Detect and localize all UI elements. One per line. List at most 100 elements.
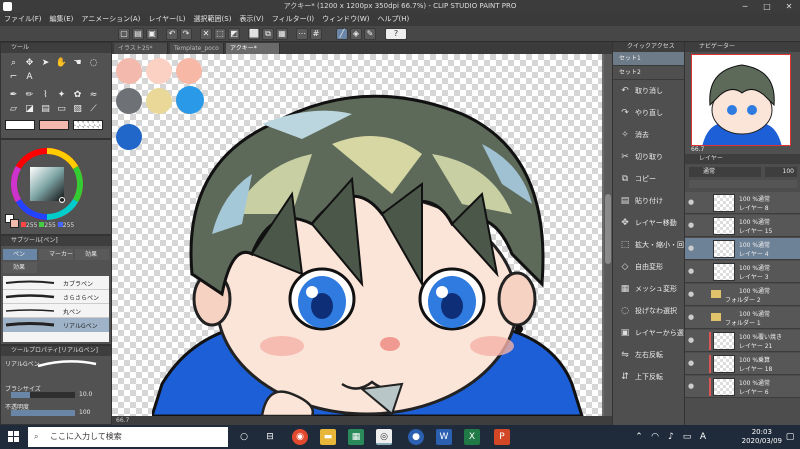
qa-layer-selection[interactable]: ▣レイヤーから選択範囲を作成	[613, 322, 684, 344]
close-button[interactable]: ✕	[778, 0, 800, 13]
canvas-vertical-scrollbar[interactable]	[604, 54, 612, 416]
snap-special-icon[interactable]: ╱	[336, 28, 348, 40]
task-view-icon[interactable]: ⊟	[262, 429, 278, 445]
invert-selection-icon[interactable]: ⧉	[262, 28, 274, 40]
frame-icon[interactable]: ▧	[71, 103, 84, 115]
scrollbar-thumb[interactable]	[605, 194, 611, 264]
save-icon[interactable]: ▣	[146, 28, 158, 40]
brush-size-slider[interactable]	[11, 392, 75, 398]
gradient-icon[interactable]: ▤	[39, 103, 52, 115]
subtool-tab-marker[interactable]: マーカー	[39, 249, 73, 260]
layer-row[interactable]: ● 100 %覆い焼き レイヤー 21	[685, 330, 800, 352]
brush-icon[interactable]: ⌇	[39, 89, 52, 101]
qa-mesh[interactable]: ▦ メッシュ変形	[613, 278, 684, 300]
palette-swatch[interactable]	[116, 88, 142, 114]
opacity-slider[interactable]	[11, 410, 75, 416]
pencil-icon[interactable]: ✏	[23, 89, 36, 101]
visibility-eye-icon[interactable]: ●	[688, 359, 697, 367]
eraser-icon[interactable]: ▱	[7, 103, 20, 115]
operation-icon[interactable]: ➤	[39, 57, 52, 69]
explorer-icon[interactable]: ▬	[320, 429, 336, 445]
menu-selection[interactable]: 選択範囲(S)	[190, 13, 236, 26]
figure-icon[interactable]: ▭	[55, 103, 68, 115]
minimize-button[interactable]: ─	[734, 0, 756, 13]
quick-access-set-2[interactable]: セット2	[613, 66, 684, 80]
menu-help[interactable]: ヘルプ(H)	[373, 13, 413, 26]
navigator-preview[interactable]	[691, 54, 791, 146]
paint-icon[interactable]: ●	[408, 429, 424, 445]
new-file-icon[interactable]: ▢	[118, 28, 130, 40]
chrome-icon[interactable]: ◉	[292, 429, 308, 445]
visibility-eye-icon[interactable]: ●	[688, 290, 697, 298]
layer-row[interactable]: ● 100 %乗算 レイヤー 18	[685, 353, 800, 375]
notification-icon[interactable]: ▢	[784, 429, 796, 445]
current-color-sub[interactable]	[10, 219, 19, 228]
menu-view[interactable]: 表示(V)	[235, 13, 267, 26]
qa-undo[interactable]: ↶ 取り消し	[613, 80, 684, 102]
brush-item-selected[interactable]: リアルGペン	[3, 318, 109, 332]
layer-row[interactable]: ● 100 %通常 レイヤー 15	[685, 215, 800, 237]
qa-paste[interactable]: ▤ 貼り付け	[613, 190, 684, 212]
windows-start-button[interactable]	[0, 425, 28, 449]
menu-edit[interactable]: 編集(E)	[46, 13, 78, 26]
qa-erase[interactable]: ✧ 消去	[613, 124, 684, 146]
opacity-value[interactable]: 100	[79, 409, 90, 416]
visibility-eye-icon[interactable]: ●	[688, 382, 697, 390]
main-color-swatch[interactable]	[5, 120, 35, 130]
transparent-color-swatch[interactable]	[73, 120, 103, 130]
taskbar-search-box[interactable]: ⌕ ここに入力して検索	[28, 427, 228, 447]
visibility-eye-icon[interactable]: ●	[688, 336, 697, 344]
clear-icon[interactable]: ✕	[200, 28, 212, 40]
palette-swatch[interactable]	[116, 124, 142, 150]
cortana-icon[interactable]: ○	[236, 429, 252, 445]
help-icon[interactable]: ?	[385, 28, 407, 40]
subtool-tab-extra[interactable]: 効果	[3, 262, 37, 273]
zoom-readout[interactable]: 66.7	[116, 417, 129, 424]
layer-row-selected[interactable]: ● 100 %通常 レイヤー 4	[685, 238, 800, 260]
maximize-button[interactable]: □	[756, 0, 778, 13]
layer-opacity-field[interactable]: 100	[765, 167, 797, 177]
tray-people-icon[interactable]: ⌃	[634, 429, 644, 445]
network-icon[interactable]: ◠	[650, 429, 660, 445]
fill-tool-icon[interactable]: ◪	[23, 103, 36, 115]
layer-row[interactable]: ● 100 %通常 レイヤー 3	[685, 261, 800, 283]
navigator-zoom[interactable]: 66.7	[691, 146, 704, 153]
layer-row[interactable]: ● 100 %通常 レイヤー 6	[685, 376, 800, 398]
airbrush-icon[interactable]: ✦	[55, 89, 68, 101]
move-icon[interactable]: ✥	[23, 57, 36, 69]
qa-redo[interactable]: ↷ やり直し	[613, 102, 684, 124]
open-file-icon[interactable]: ▤	[132, 28, 144, 40]
canvas-area[interactable]	[112, 54, 612, 416]
snap-grid-icon[interactable]: #	[310, 28, 322, 40]
visibility-eye-icon[interactable]: ●	[688, 221, 697, 229]
visibility-eye-icon[interactable]: ●	[688, 244, 697, 252]
sub-color-swatch[interactable]	[39, 120, 69, 130]
word-icon[interactable]: W	[436, 429, 452, 445]
hand-icon[interactable]: ✋	[55, 57, 68, 69]
blend-mode-select[interactable]: 通常	[689, 167, 761, 177]
layer-folder-row[interactable]: ● 100 %通常 フォルダー 1	[685, 307, 800, 329]
palette-swatch[interactable]	[116, 58, 142, 84]
qa-scale[interactable]: ⬚拡大・縮小・回転	[613, 234, 684, 256]
text-tool-icon[interactable]: A	[23, 71, 36, 83]
ruler-icon[interactable]: ⟋	[87, 103, 100, 115]
zoom-icon[interactable]: ⌕	[7, 57, 20, 69]
fill-icon[interactable]: ◩	[228, 28, 240, 40]
menu-file[interactable]: ファイル(F)	[0, 13, 46, 26]
brush-item[interactable]: 丸ペン	[3, 304, 109, 318]
color-wheel[interactable]	[11, 148, 83, 220]
pen-tool-icon[interactable]: ✒	[7, 89, 20, 101]
menu-layer[interactable]: レイヤー(L)	[144, 13, 189, 26]
menu-filter[interactable]: フィルター(I)	[268, 13, 318, 26]
qa-cut[interactable]: ✂ 切り取り	[613, 146, 684, 168]
powerpoint-icon[interactable]: P	[494, 429, 510, 445]
qa-copy[interactable]: ⧉ コピー	[613, 168, 684, 190]
blend-icon[interactable]: ≈	[87, 89, 100, 101]
battery-icon[interactable]: ▭	[682, 429, 692, 445]
subtool-tab-effect[interactable]: 効果	[75, 249, 109, 260]
layer-folder-row[interactable]: ● 100 %通常 フォルダー 2	[685, 284, 800, 306]
selection-border-icon[interactable]: ▦	[276, 28, 288, 40]
ime-indicator[interactable]: A	[698, 429, 708, 445]
deselect-icon[interactable]: ⬜	[248, 28, 260, 40]
menu-animation[interactable]: アニメーション(A)	[77, 13, 144, 26]
